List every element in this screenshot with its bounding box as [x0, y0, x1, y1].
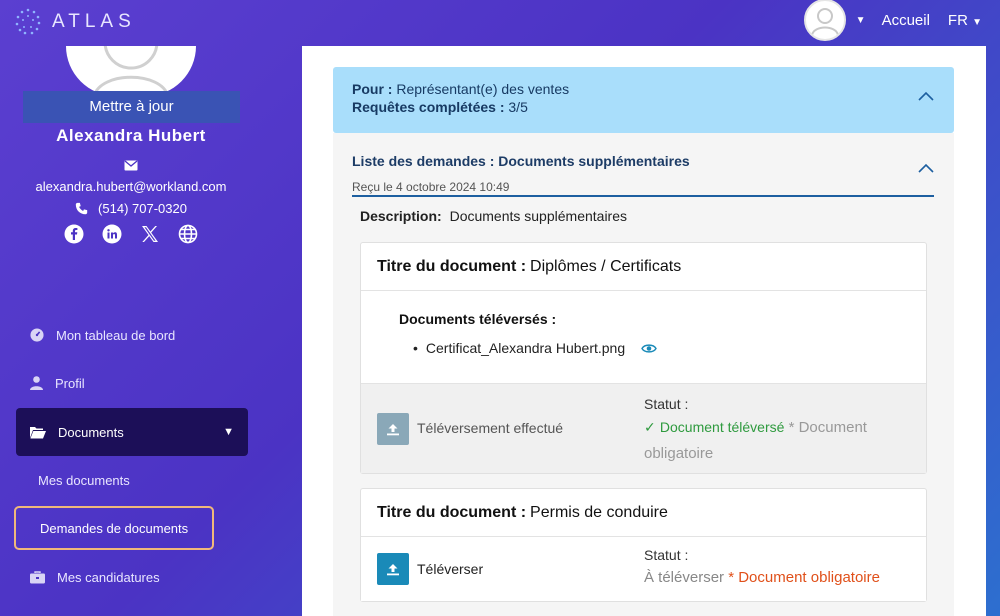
status-value: Document téléversé — [659, 419, 785, 435]
chevron-up-icon[interactable] — [918, 91, 934, 101]
sidebar-subitem-label: Mes documents — [38, 472, 130, 488]
user-email[interactable]: alexandra.hubert@workland.com — [0, 179, 262, 194]
user-silhouette-icon — [810, 8, 839, 36]
status-line: ✓ Document téléversé * Document obligato… — [644, 414, 914, 467]
sidebar-subitem-my-documents[interactable]: Mes documents — [14, 458, 214, 502]
document-card: Titre du document : Diplômes / Certifica… — [360, 242, 927, 474]
chevron-up-icon[interactable] — [918, 163, 934, 173]
envelope-icon — [124, 160, 138, 171]
update-photo-button[interactable]: Mettre à jour — [23, 91, 240, 123]
nav-home-link[interactable]: Accueil — [882, 12, 930, 29]
upload-action-label[interactable]: Téléverser — [417, 561, 483, 577]
uploaded-documents-label: Documents téléversés : — [399, 311, 557, 327]
description-label: Description: — [360, 208, 442, 224]
user-avatar[interactable] — [803, 0, 846, 41]
request-completed-value: 3/5 — [508, 99, 528, 115]
upload-done-button — [377, 413, 409, 445]
top-bar: ATLAS ▼ Accueil FR ▼ — [0, 0, 1000, 46]
request-completed-label: Requêtes complétées : — [352, 99, 505, 115]
uploaded-documents: Documents téléversés : • Certificat_Alex… — [361, 291, 926, 383]
caret-down-icon: ▼ — [223, 426, 234, 438]
person-icon — [30, 376, 43, 390]
profile-silhouette-icon — [92, 46, 170, 96]
brand-logo[interactable]: ATLAS — [12, 6, 136, 38]
main-panel: Pour : Représentant(e) des ventes Requêt… — [302, 46, 986, 616]
brand-name: ATLAS — [52, 11, 136, 32]
request-summary-card[interactable]: Pour : Représentant(e) des ventes Requêt… — [333, 67, 954, 133]
status-label: Statut : — [644, 547, 689, 563]
request-list: Liste des demandes : Documents supplémen… — [333, 133, 954, 616]
document-title-label: Titre du document : — [377, 503, 527, 521]
uploaded-file-name[interactable]: Certificat_Alexandra Hubert.png — [426, 340, 625, 356]
required-note: * Document obligatoire — [728, 569, 880, 586]
request-for-label: Pour : — [352, 81, 393, 97]
sidebar-item-documents[interactable]: Documents ▼ — [16, 408, 248, 456]
document-status-row: Téléversement effectué Statut : ✓ Docume… — [361, 383, 926, 473]
document-card: Titre du document : Permis de conduire T… — [360, 488, 927, 602]
description-value: Documents supplémentaires — [449, 208, 627, 224]
request-completed-row: Requêtes complétées : 3/5 — [352, 99, 935, 115]
description-row: Description: Documents supplémentaires — [360, 208, 627, 224]
briefcase-icon — [30, 570, 45, 583]
sidebar-item-applications[interactable]: Mes candidatures — [16, 553, 248, 601]
linkedin-icon[interactable] — [102, 224, 122, 244]
document-title-value: Permis de conduire — [530, 503, 668, 521]
sidebar-item-profile[interactable]: Profil — [16, 359, 248, 407]
upload-button[interactable] — [377, 553, 409, 585]
request-received-date: Reçu le 4 octobre 2024 10:49 — [352, 180, 510, 194]
phone-icon — [75, 202, 88, 215]
top-nav: ▼ Accueil FR ▼ — [803, 0, 982, 41]
language-label: FR — [947, 11, 968, 29]
social-links — [0, 224, 262, 244]
facebook-icon[interactable] — [64, 224, 84, 244]
gauge-icon — [30, 328, 44, 342]
user-name: Alexandra Hubert — [56, 126, 206, 145]
document-title-row: Titre du document : Diplômes / Certifica… — [361, 243, 926, 291]
atlas-logo-icon — [15, 8, 41, 35]
status-block: Statut : À téléverser * Document obligat… — [644, 545, 914, 591]
status-line: À téléverser * Document obligatoire — [644, 565, 914, 591]
request-for-value: Représentant(e) des ventes — [396, 81, 570, 97]
upload-status-label: Téléversement effectué — [417, 420, 564, 436]
status-value: À téléverser — [644, 569, 725, 586]
upload-icon — [387, 563, 399, 575]
sidebar-item-label: Documents — [58, 424, 124, 440]
eye-icon[interactable] — [641, 343, 657, 354]
globe-icon[interactable] — [178, 224, 198, 244]
request-for-row: Pour : Représentant(e) des ventes — [352, 81, 935, 97]
sidebar-subitem-label: Demandes de documents — [40, 520, 189, 536]
status-label: Statut : — [644, 396, 689, 412]
bullet: • — [413, 340, 418, 356]
profile-picture — [66, 46, 196, 96]
sidebar-item-label: Profil — [55, 375, 85, 391]
sidebar-item-label: Mes candidatures — [57, 569, 160, 585]
email-icon-row — [0, 159, 262, 174]
sidebar-item-dashboard[interactable]: Mon tableau de bord — [16, 311, 248, 359]
language-dropdown-icon: ▼ — [972, 16, 982, 28]
phone-row: (514) 707-0320 — [0, 201, 262, 216]
document-title-label: Titre du document : — [377, 257, 527, 275]
sidebar-item-label: Mon tableau de bord — [56, 327, 176, 343]
request-list-header[interactable]: Liste des demandes : Documents supplémen… — [352, 153, 934, 197]
document-status-row: Téléverser Statut : À téléverser * Docum… — [361, 537, 926, 601]
folder-open-icon — [30, 426, 46, 438]
x-icon[interactable] — [140, 224, 160, 244]
document-title-row: Titre du document : Permis de conduire — [361, 489, 926, 537]
check-icon: ✓ — [644, 419, 656, 435]
language-selector[interactable]: FR ▼ — [948, 12, 982, 29]
sidebar: Mettre à jour Alexandra Hubert alexandra… — [0, 46, 262, 616]
document-title-value: Diplômes / Certificats — [530, 257, 682, 275]
avatar-dropdown-icon[interactable]: ▼ — [856, 15, 866, 26]
sidebar-subitem-document-requests[interactable]: Demandes de documents — [14, 506, 214, 550]
upload-icon — [387, 423, 399, 435]
status-block: Statut : ✓ Document téléversé * Document… — [644, 394, 914, 467]
user-phone[interactable]: (514) 707-0320 — [98, 201, 187, 216]
uploaded-file-item: • Certificat_Alexandra Hubert.png — [413, 340, 657, 356]
request-list-title: Liste des demandes : Documents supplémen… — [352, 153, 690, 169]
